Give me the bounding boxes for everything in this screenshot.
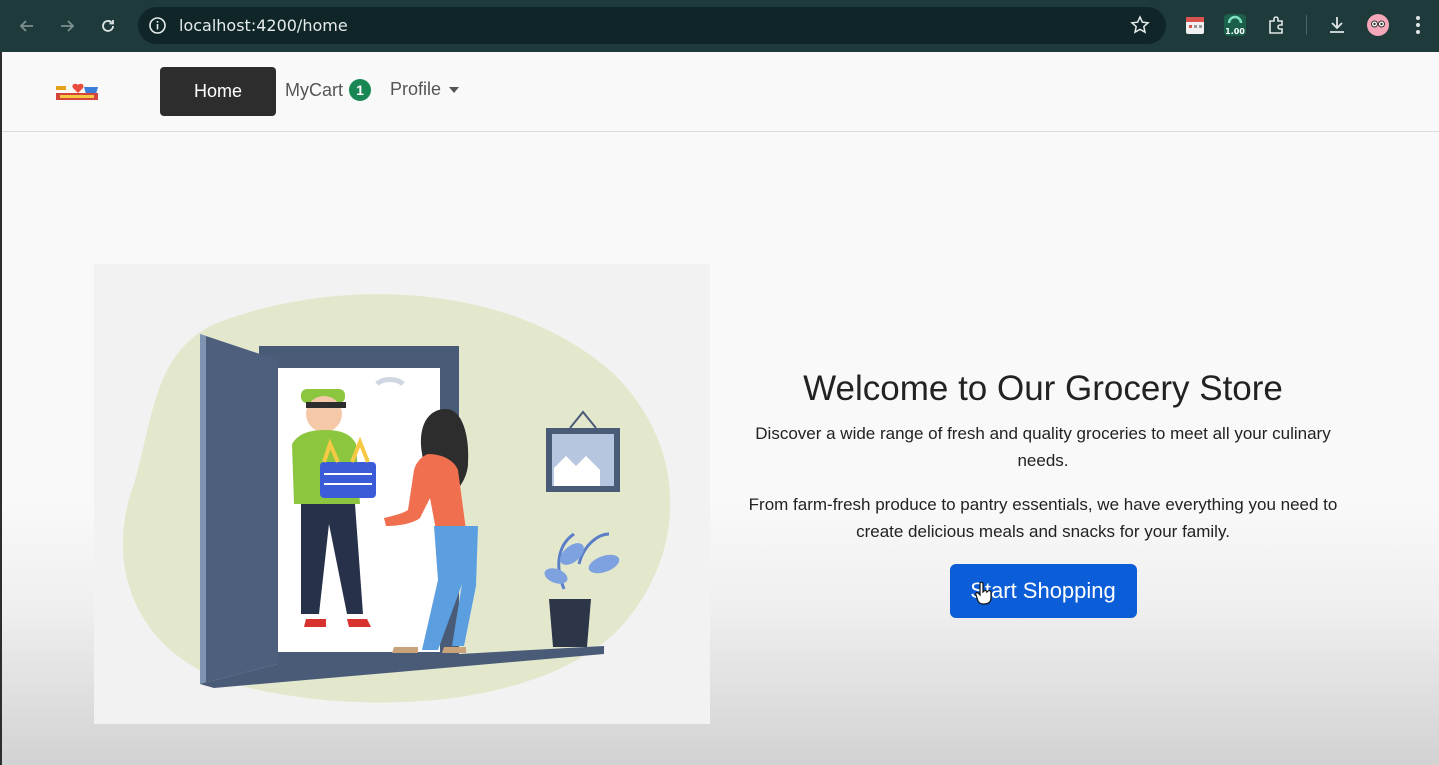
reload-icon[interactable] [95, 13, 121, 39]
address-bar[interactable]: localhost:4200/home [138, 7, 1166, 44]
nav-profile-label: Profile [390, 79, 442, 99]
bookmark-star-icon[interactable] [1130, 15, 1150, 35]
forward-arrow-icon[interactable] [54, 13, 80, 39]
delivery-illustration [94, 264, 710, 724]
toolbar-separator [1306, 15, 1307, 35]
back-arrow-icon[interactable] [14, 13, 40, 39]
extension-badge-text: 1.00 [1225, 27, 1245, 36]
hero-section: Welcome to Our Grocery Store Discover a … [732, 368, 1354, 618]
nav-mycart-link[interactable]: MyCart 1 [285, 79, 371, 101]
cart-count-badge: 1 [349, 79, 371, 101]
site-navbar: Home MyCart 1 Profile [2, 52, 1439, 132]
site-info-icon[interactable] [148, 16, 167, 35]
profile-avatar-icon[interactable] [1366, 13, 1390, 37]
url-text[interactable]: localhost:4200/home [179, 16, 348, 35]
extensions-puzzle-icon[interactable] [1265, 13, 1289, 37]
dropdown-caret-icon [449, 86, 460, 93]
hand-cursor-icon [975, 581, 993, 605]
nav-mycart-label: MyCart [285, 79, 343, 100]
extension-speed-icon[interactable]: 1.00 [1222, 13, 1248, 37]
hero-title: Welcome to Our Grocery Store [803, 369, 1283, 408]
grocery-logo-icon[interactable] [54, 82, 106, 104]
hero-paragraph-2: From farm-fresh produce to pantry essent… [748, 495, 1338, 541]
nav-profile-dropdown[interactable]: Profile [390, 79, 460, 100]
browser-menu-icon[interactable] [1406, 13, 1430, 37]
page-viewport: Home MyCart 1 Profile Welcome to Our Gro… [2, 52, 1439, 765]
extension-calendar-icon[interactable] [1183, 13, 1207, 37]
nav-home-button[interactable]: Home [160, 67, 276, 116]
hero-paragraph-1: Discover a wide range of fresh and quali… [755, 424, 1331, 470]
browser-toolbar: localhost:4200/home 1.00 [0, 0, 1439, 52]
download-icon[interactable] [1325, 13, 1349, 37]
